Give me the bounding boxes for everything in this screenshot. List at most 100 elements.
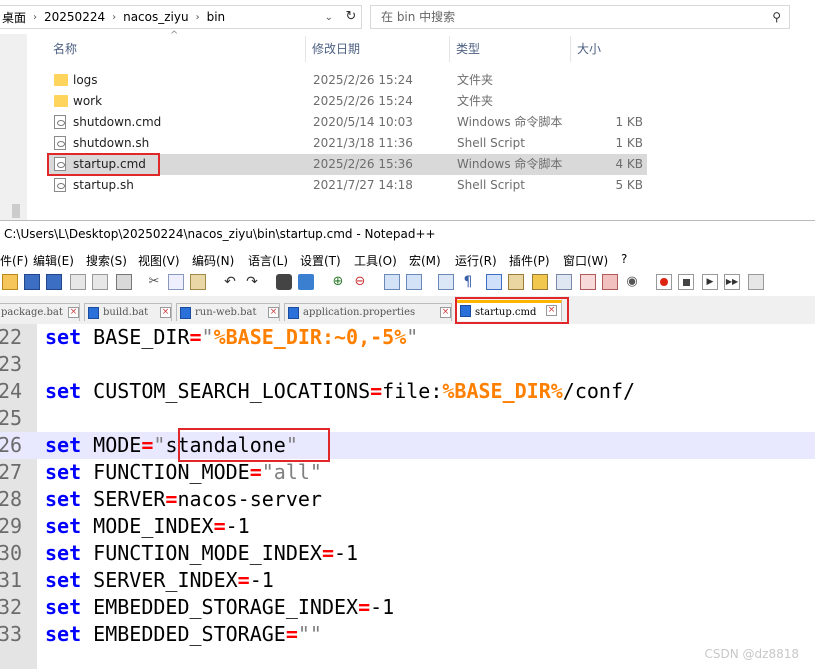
menu-search[interactable]: 搜索(S) (86, 252, 127, 269)
open-file-icon[interactable] (2, 274, 18, 290)
code-line[interactable]: 22 set BASE_DIR="%BASE_DIR:~0,-5%" (0, 324, 815, 351)
code-line[interactable]: 25 (0, 405, 815, 432)
breadcrumb-segment[interactable]: 20250224 (41, 10, 108, 24)
sync-horizontal-icon[interactable] (406, 274, 422, 290)
menu-help[interactable]: ? (621, 252, 627, 266)
zoom-in-icon[interactable]: ⊕ (330, 274, 346, 290)
paste-icon[interactable] (190, 274, 206, 290)
file-row[interactable]: logs 2025/2/26 15:24 文件夹 (47, 70, 647, 91)
code-line[interactable]: 30 set FUNCTION_MODE_INDEX=-1 (0, 540, 815, 567)
token-plain: BASE_DIR (81, 325, 190, 349)
line-number: 26 (0, 433, 23, 457)
code-line[interactable]: 24 set CUSTOM_SEARCH_LOCATIONS=file:%BASE… (0, 378, 815, 405)
menu-window[interactable]: 窗口(W) (563, 252, 608, 269)
menu-run[interactable]: 运行(R) (455, 252, 497, 269)
file-row[interactable]: startup.sh 2021/7/27 14:18 Shell Script … (47, 175, 647, 196)
tab-close-icon[interactable]: × (68, 307, 79, 318)
tab-package-bat[interactable]: package.bat × (0, 303, 80, 321)
code-line[interactable]: 29 set MODE_INDEX=-1 (0, 513, 815, 540)
play-macro-icon[interactable]: ▶ (702, 274, 718, 290)
file-size: 5 KB (615, 178, 643, 192)
breadcrumb-segment[interactable]: nacos_ziyu (120, 10, 192, 24)
file-row[interactable]: work 2025/2/26 15:24 文件夹 (47, 91, 647, 112)
menu-file[interactable]: 件(F) (0, 252, 28, 269)
language-icon[interactable] (508, 274, 524, 290)
code-line-current[interactable]: 26 set MODE="standalone" (0, 432, 815, 459)
menu-macro[interactable]: 宏(M) (409, 252, 441, 269)
tab-application-properties[interactable]: application.properties × (284, 303, 452, 321)
token-kw: set (45, 487, 82, 511)
vertical-scrollbar[interactable] (0, 34, 27, 220)
file-date: 2025/2/26 15:24 (313, 73, 413, 87)
token-op: = (165, 487, 178, 511)
token-var: %BASE_DIR:~0,-5% (213, 325, 407, 349)
line-number: 28 (0, 487, 23, 511)
menu-tools[interactable]: 工具(O) (354, 252, 397, 269)
code-line[interactable]: 33 set EMBEDDED_STORAGE="" (0, 621, 815, 648)
folder-as-workspace-icon[interactable] (602, 274, 618, 290)
show-all-chars-icon[interactable]: ¶ (460, 274, 476, 290)
cut-icon[interactable]: ✂ (146, 274, 162, 290)
file-date: 2025/2/26 15:36 (313, 157, 413, 171)
tab-close-icon[interactable]: × (440, 307, 451, 318)
column-header-date[interactable]: 修改日期 (305, 36, 449, 62)
zoom-out-icon[interactable]: ⊖ (352, 274, 368, 290)
tab-build-bat[interactable]: build.bat × (84, 303, 172, 321)
file-name: shutdown.sh (73, 136, 150, 150)
menu-edit[interactable]: 编辑(E) (33, 252, 74, 269)
indent-guide-icon[interactable] (486, 274, 502, 290)
function-list-icon[interactable] (580, 274, 596, 290)
tab-run-web-bat[interactable]: run-web.bat × (176, 303, 280, 321)
file-date: 2021/7/27 14:18 (313, 178, 413, 192)
menu-settings[interactable]: 设置(T) (300, 252, 341, 269)
address-bar[interactable]: 桌面 › 20250224 › nacos_ziyu › bin ⌄ ↻ (0, 5, 362, 29)
file-row[interactable]: shutdown.cmd 2020/5/14 10:03 Windows 命令脚… (47, 112, 647, 133)
column-header-size[interactable]: 大小 (570, 36, 650, 62)
replace-icon[interactable] (298, 274, 314, 290)
stop-macro-icon[interactable] (678, 274, 694, 290)
token-kw: set (45, 325, 82, 349)
menu-view[interactable]: 视图(V) (138, 252, 180, 269)
word-wrap-icon[interactable] (438, 274, 454, 290)
save-all-icon[interactable] (46, 274, 62, 290)
token-plain: nacos-server (177, 487, 322, 511)
menu-encoding[interactable]: 编码(N) (192, 252, 234, 269)
undo-icon[interactable]: ↶ (222, 274, 238, 290)
code-line[interactable]: 32 set EMBEDDED_STORAGE_INDEX=-1 (0, 594, 815, 621)
refresh-icon[interactable]: ↻ (343, 9, 359, 25)
monitoring-icon[interactable]: ◉ (624, 274, 640, 290)
search-input[interactable]: 在 bin 中搜索 ⚲ (370, 5, 790, 29)
save-macro-icon[interactable] (748, 274, 764, 290)
run-macro-multiple-icon[interactable]: ▶▶ (724, 274, 740, 290)
scrollbar-thumb[interactable] (12, 204, 20, 218)
file-row[interactable]: shutdown.sh 2021/3/18 11:36 Shell Script… (47, 133, 647, 154)
file-type: Shell Script (457, 178, 525, 192)
code-line[interactable]: 31 set SERVER_INDEX=-1 (0, 567, 815, 594)
column-header-type[interactable]: 类型 (449, 36, 570, 62)
find-icon[interactable] (276, 274, 292, 290)
close-all-icon[interactable] (92, 274, 108, 290)
menu-language[interactable]: 语言(L) (248, 252, 288, 269)
menu-plugins[interactable]: 插件(P) (509, 252, 550, 269)
breadcrumb-segment[interactable]: bin (204, 10, 229, 24)
breadcrumb-segment[interactable]: 桌面 (0, 9, 29, 26)
tab-close-icon[interactable]: × (160, 307, 171, 318)
line-code: set EMBEDDED_STORAGE_INDEX=-1 (45, 594, 394, 621)
code-line[interactable]: 28 set SERVER=nacos-server (0, 486, 815, 513)
doc-list-icon[interactable] (556, 274, 572, 290)
print-icon[interactable] (116, 274, 132, 290)
code-line[interactable]: 23 (0, 351, 815, 378)
column-header-name[interactable]: 名称 (47, 36, 305, 62)
doc-map-icon[interactable] (532, 274, 548, 290)
redo-icon[interactable]: ↷ (244, 274, 260, 290)
save-icon[interactable] (24, 274, 40, 290)
line-code: set BASE_DIR="%BASE_DIR:~0,-5%" (45, 324, 418, 351)
close-file-icon[interactable] (70, 274, 86, 290)
code-line[interactable]: 27 set FUNCTION_MODE="all" (0, 459, 815, 486)
record-macro-icon[interactable] (656, 274, 672, 290)
dropdown-chevron-icon[interactable]: ⌄ (321, 12, 337, 23)
sync-vertical-icon[interactable] (384, 274, 400, 290)
tab-close-icon[interactable]: × (268, 307, 279, 318)
copy-icon[interactable] (168, 274, 184, 290)
line-number: 24 (0, 379, 23, 403)
